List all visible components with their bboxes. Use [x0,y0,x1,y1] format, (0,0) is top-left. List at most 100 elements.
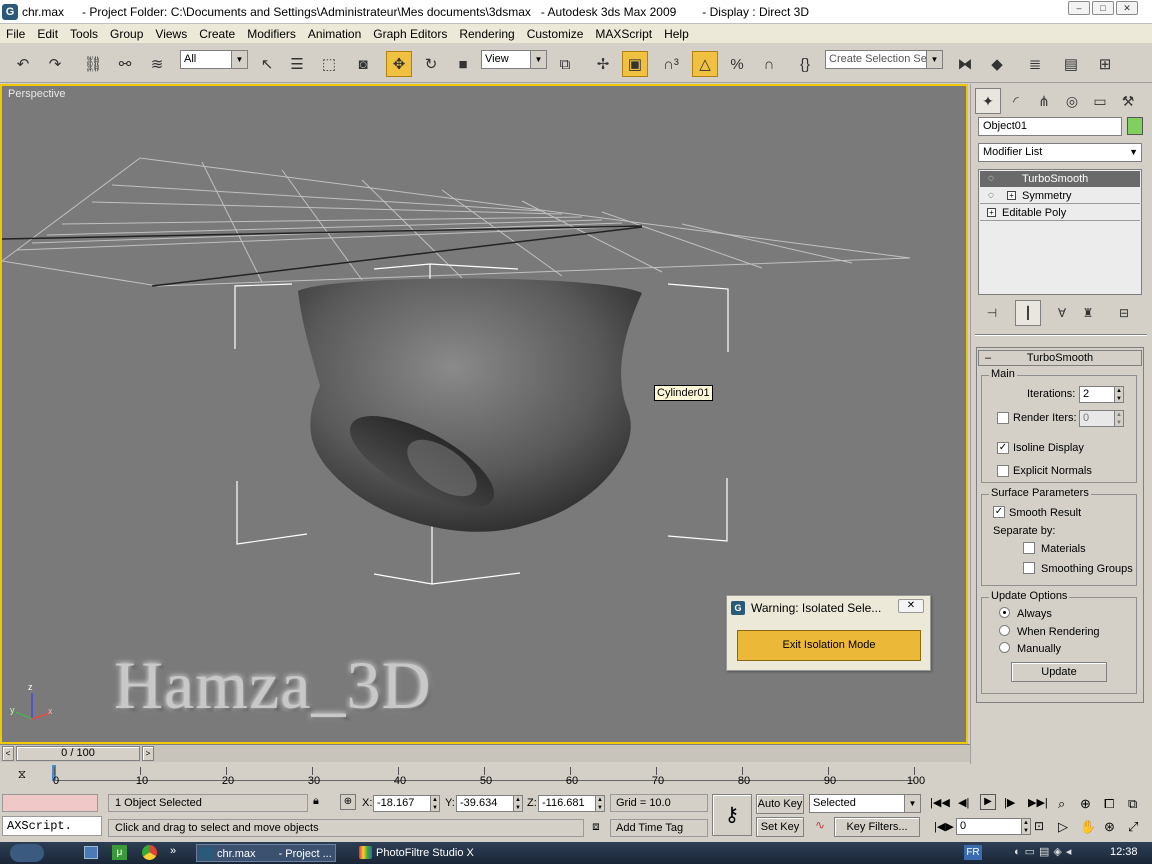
z-coordinate-field[interactable]: -116.681 ▲ ▼ [538,795,605,812]
selection-filter-dropdown[interactable]: All ▼ [180,50,248,69]
menu-create[interactable]: Create [193,27,241,41]
select-object-icon[interactable]: ↖ [254,51,280,77]
zoom-extents-icon[interactable]: ⧠ [1104,796,1114,812]
object-color-swatch[interactable] [1127,117,1143,135]
stack-item-turbosmooth[interactable]: TurboSmooth ◌ [980,171,1140,187]
key-mode-icon[interactable]: |◀▶ [934,820,954,833]
undo-icon[interactable]: ↶ [10,51,36,77]
time-slider-thumb[interactable]: 0 / 100 [16,746,140,761]
default-tangent-icon[interactable]: ∿ [810,818,830,836]
current-frame-field[interactable]: 0 ▲ ▼ [956,818,1031,835]
smoothing-groups-checkbox[interactable] [1023,562,1035,574]
smooth-result-checkbox[interactable]: ✓ [993,506,1005,518]
x-coordinate-field[interactable]: -18.167 ▲ ▼ [373,795,440,812]
lightbulb-icon[interactable]: ◌ [988,188,994,204]
maximize-viewport-icon[interactable]: ⤢ [1128,819,1138,835]
curve-editor-icon[interactable]: ▤ [1058,51,1084,77]
menu-help[interactable]: Help [658,27,695,41]
pivot-center-icon[interactable]: ⧉ [552,51,578,77]
spinner-snap-icon[interactable]: ∩ [756,51,782,77]
explicit-normals-checkbox[interactable] [997,465,1009,477]
schematic-view-icon[interactable]: ⊞ [1092,51,1118,77]
edit-named-selection-icon[interactable]: {} [792,51,818,77]
unlink-icon[interactable]: ⚯ [112,51,138,77]
maxscript-mini-listener-pink[interactable] [2,794,98,812]
field-of-view-icon[interactable]: ▷ [1058,819,1068,835]
zoom-extents-all-icon[interactable]: ⧉ [1128,796,1137,812]
menu-edit[interactable]: Edit [31,27,64,41]
link-icon[interactable]: ⛓ [80,51,106,77]
maxscript-mini-listener[interactable]: AXScript. [2,816,102,836]
auto-key-button[interactable]: Auto Key [756,794,804,814]
spinner-arrows-icon[interactable]: ▲ ▼ [513,795,523,812]
always-radio[interactable] [999,607,1010,618]
select-and-move-icon[interactable]: ✥ [386,51,412,77]
layer-manager-icon[interactable]: ≣ [1022,51,1048,77]
hierarchy-tab-icon[interactable]: ⋔ [1031,88,1057,114]
redo-icon[interactable]: ↷ [42,51,68,77]
next-frame-arrow-icon[interactable]: > [142,746,154,761]
display-tab-icon[interactable]: ▭ [1087,88,1113,114]
expand-plus-icon[interactable]: + [987,208,996,217]
show-end-result-icon[interactable]: ┃ [1015,300,1041,326]
close-window-button[interactable]: ✕ [1116,1,1138,15]
window-crossing-icon[interactable]: ◙ [350,51,376,77]
go-to-start-icon[interactable]: |◀◀ [930,796,950,809]
spinner-arrows-icon[interactable]: ▲ ▼ [595,795,605,812]
tray-icons[interactable]: ◐▭▤◈◂ [1014,845,1075,858]
time-slider-track[interactable]: < 0 / 100 > [0,744,970,762]
curve-editor-mini-icon[interactable]: ⧖ [12,767,32,783]
play-icon[interactable]: ▶ [980,794,996,810]
manually-radio[interactable] [999,642,1010,653]
lock-selection-icon[interactable]: 🔒︎ [313,795,319,808]
zoom-icon[interactable]: ⌕ [1058,796,1065,812]
3dsmax-app-icon[interactable]: G [2,3,18,20]
clock[interactable]: 12:38 [1110,846,1138,858]
materials-checkbox[interactable] [1023,542,1035,554]
go-to-end-icon[interactable]: ▶▶| [1028,796,1048,809]
menu-customize[interactable]: Customize [521,27,590,41]
close-icon[interactable]: ✕ [898,599,924,613]
spinner-arrows-icon[interactable]: ▲ ▼ [1021,818,1031,835]
angle-snap-icon[interactable]: △ [692,51,718,77]
language-indicator[interactable]: FR [964,845,982,860]
render-iters-checkbox[interactable] [997,412,1009,424]
set-key-big-icon[interactable]: ⚷ [712,794,752,836]
exit-isolation-mode-button[interactable]: Exit Isolation Mode [737,630,921,661]
remove-modifier-icon[interactable]: ♜ [1075,300,1101,326]
menu-graph-editors[interactable]: Graph Editors [367,27,453,41]
spinner-arrows-icon[interactable]: ▲ ▼ [1114,410,1124,427]
taskbar-item-3dsmax[interactable]: chr.max - Project ... [196,844,336,862]
expand-plus-icon[interactable]: + [1007,191,1016,200]
render-iters-spinner[interactable]: 0 ▲ ▼ [1079,410,1124,427]
key-filters-button[interactable]: Key Filters... [834,817,920,837]
snaps-toggle-icon[interactable]: ∩³ [658,51,684,77]
modify-tab-icon[interactable]: ◜ [1003,88,1029,114]
orbit-icon[interactable]: ⊛ [1104,819,1115,835]
create-tab-icon[interactable]: ✦ [975,88,1001,114]
absolute-mode-icon[interactable]: ⊕ [340,794,356,810]
maximize-button[interactable]: □ [1092,1,1114,15]
utorrent-icon[interactable]: μ [112,845,127,860]
rectangular-selection-icon[interactable]: ⬚ [316,51,342,77]
select-by-name-icon[interactable]: ☰ [284,51,310,77]
percent-snap-icon[interactable]: % [724,51,750,77]
menu-views[interactable]: Views [149,27,193,41]
bind-space-warp-icon[interactable]: ≋ [144,51,170,77]
menu-tools[interactable]: Tools [64,27,104,41]
pan-icon[interactable]: ✋ [1080,819,1096,835]
configure-sets-icon[interactable]: ⊟ [1111,300,1137,326]
y-coordinate-field[interactable]: -39.634 ▲ ▼ [456,795,523,812]
set-key-button[interactable]: Set Key [756,817,804,837]
align-icon[interactable]: ◆ [984,51,1010,77]
taskbar-item-photofiltre[interactable]: PhotoFiltre Studio X [356,844,506,862]
select-and-rotate-icon[interactable]: ↻ [418,51,444,77]
rollout-header[interactable]: – TurboSmooth [978,350,1142,366]
menu-rendering[interactable]: Rendering [453,27,520,41]
stack-item-symmetry[interactable]: Symmetry ◌ + [980,188,1140,204]
prev-frame-arrow-icon[interactable]: < [2,746,14,761]
zoom-all-icon[interactable]: ⊕ [1080,796,1091,812]
iterations-spinner[interactable]: 2 ▲ ▼ [1079,386,1124,403]
add-time-tag-button[interactable]: Add Time Tag [610,819,708,837]
utilities-tab-icon[interactable]: ⚒ [1115,88,1141,114]
